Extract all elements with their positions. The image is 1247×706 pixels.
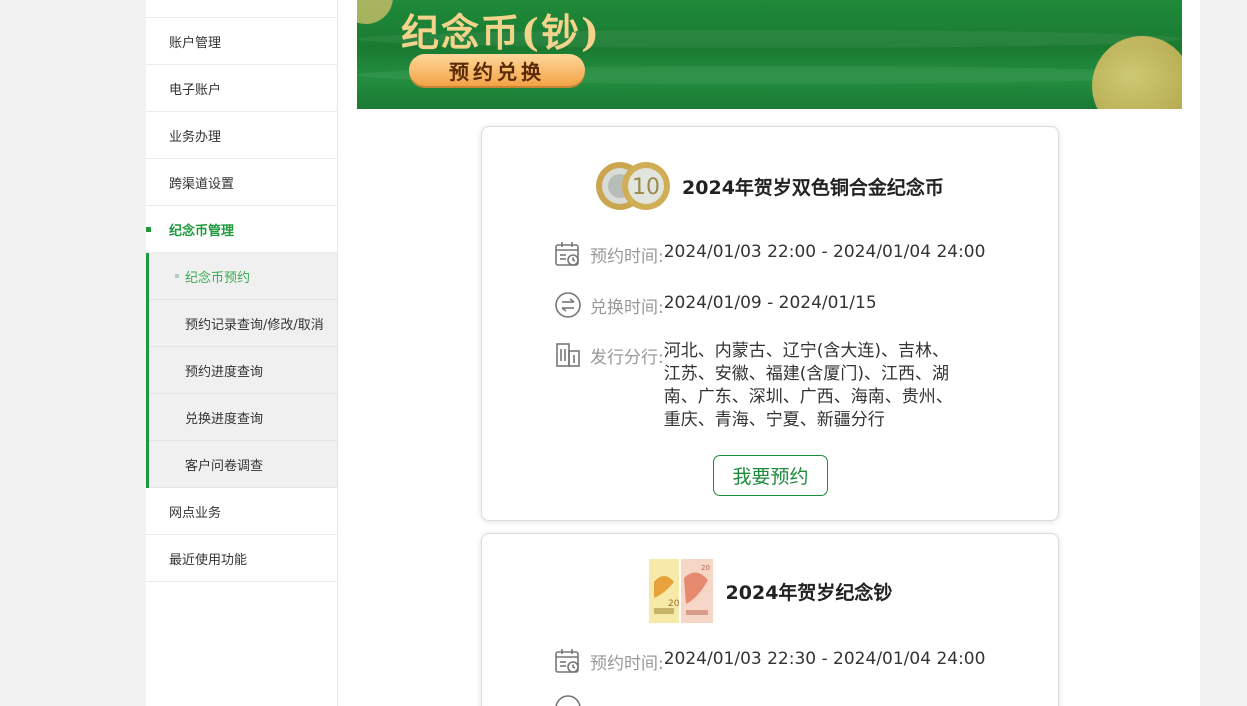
reserve-time-row: 预约时间: 2024/01/03 22:30 - 2024/01/04 24:0…: [554, 649, 985, 675]
sidebar-subitem-questionnaire[interactable]: 客户问卷调查: [149, 441, 337, 488]
exchange-time-value: 2024/01/09 - 2024/01/15: [663, 293, 877, 313]
reserve-time-row: 预约时间: 2024/01/03 22:00 - 2024/01/04 24:0…: [554, 242, 985, 268]
card-header: 10 2024年贺岁双色铜合金纪念币: [482, 159, 1058, 213]
sidebar-item-branch-business[interactable]: 网点业务: [146, 488, 337, 535]
card-header: 20 20 2024年贺岁纪念钞: [482, 558, 1058, 624]
reserve-time-label: 预约时间:: [590, 654, 664, 674]
exchange-time-row: 兑换时间: 2024/01/09 - 2024/01/15: [554, 291, 877, 319]
sidebar-subitem-coin-reservation[interactable]: 纪念币预约: [149, 253, 337, 300]
banknote-image-icon: 20 20: [648, 558, 714, 624]
banknote-card: 20 20 2024年贺岁纪念钞 预约时间: 2024/01/03 22:30 …: [481, 533, 1059, 706]
issuing-branch-row: 发行分行: 河北、内蒙古、辽宁(含大连)、吉林、江苏、安徽、福建(含厦门)、江西…: [554, 341, 960, 432]
exchange-icon: [554, 694, 582, 706]
issuing-branch-value: 河北、内蒙古、辽宁(含大连)、吉林、江苏、安徽、福建(含厦门)、江西、湖南、广东…: [663, 341, 953, 430]
calendar-icon: [554, 240, 582, 268]
exchange-icon: [554, 291, 582, 319]
sidebar-subitem-reservation-progress[interactable]: 预约进度查询: [149, 347, 337, 394]
sidebar-item-coin-management[interactable]: 纪念币管理: [146, 206, 337, 253]
sidebar-item-account-management[interactable]: 账户管理: [146, 18, 337, 65]
banner-circle-decoration: [357, 0, 393, 24]
sidebar-item-electronic-account[interactable]: 电子账户: [146, 65, 337, 112]
coin-image-icon: 10: [596, 159, 671, 213]
sidebar-subitem-reservation-records[interactable]: 预约记录查询/修改/取消: [149, 300, 337, 347]
banner-title: 纪念币(钞): [401, 10, 601, 55]
card-title: 2024年贺岁纪念钞: [725, 581, 893, 604]
banner-circle-decoration: [1092, 36, 1182, 109]
sidebar-subitem-exchange-progress[interactable]: 兑换进度查询: [149, 394, 337, 441]
sidebar-subitem-label: 纪念币预约: [185, 270, 251, 286]
exchange-time-row-partial: [554, 694, 590, 706]
svg-text:20: 20: [701, 564, 710, 572]
reserve-time-label: 预约时间:: [590, 247, 664, 267]
current-dot-icon: [175, 274, 179, 278]
sidebar-item-business[interactable]: 业务办理: [146, 112, 337, 159]
calendar-icon: [554, 647, 582, 675]
exchange-time-label: 兑换时间:: [590, 298, 664, 318]
issuing-branch-label: 发行分行:: [590, 348, 664, 368]
sidebar-item-recent-functions[interactable]: 最近使用功能: [146, 535, 337, 582]
sidebar: 账户管理 电子账户 业务办理 跨渠道设置 纪念币管理 纪念币预约 预约记录查询/…: [146, 0, 338, 706]
promo-banner: 纪念币(钞) 预约兑换: [357, 0, 1182, 109]
reserve-time-value: 2024/01/03 22:00 - 2024/01/04 24:00: [663, 242, 986, 262]
card-title: 2024年贺岁双色铜合金纪念币: [682, 176, 944, 199]
reserve-button[interactable]: 我要预约: [713, 455, 828, 496]
sidebar-item-cross-channel[interactable]: 跨渠道设置: [146, 159, 337, 206]
building-icon: [554, 341, 582, 369]
sidebar-top-stub: [146, 0, 337, 18]
sidebar-submenu: 纪念币预约 预约记录查询/修改/取消 预约进度查询 兑换进度查询 客户问卷调查: [146, 253, 337, 488]
svg-text:10: 10: [632, 175, 660, 200]
banner-badge: 预约兑换: [409, 54, 585, 86]
svg-text:20: 20: [668, 599, 680, 609]
coin-card: 10 2024年贺岁双色铜合金纪念币 预约时间: 2024/01/03 22:0…: [481, 126, 1059, 521]
reserve-time-value: 2024/01/03 22:30 - 2024/01/04 24:00: [663, 649, 986, 669]
page-frame: 账户管理 电子账户 业务办理 跨渠道设置 纪念币管理 纪念币预约 预约记录查询/…: [146, 0, 1200, 706]
